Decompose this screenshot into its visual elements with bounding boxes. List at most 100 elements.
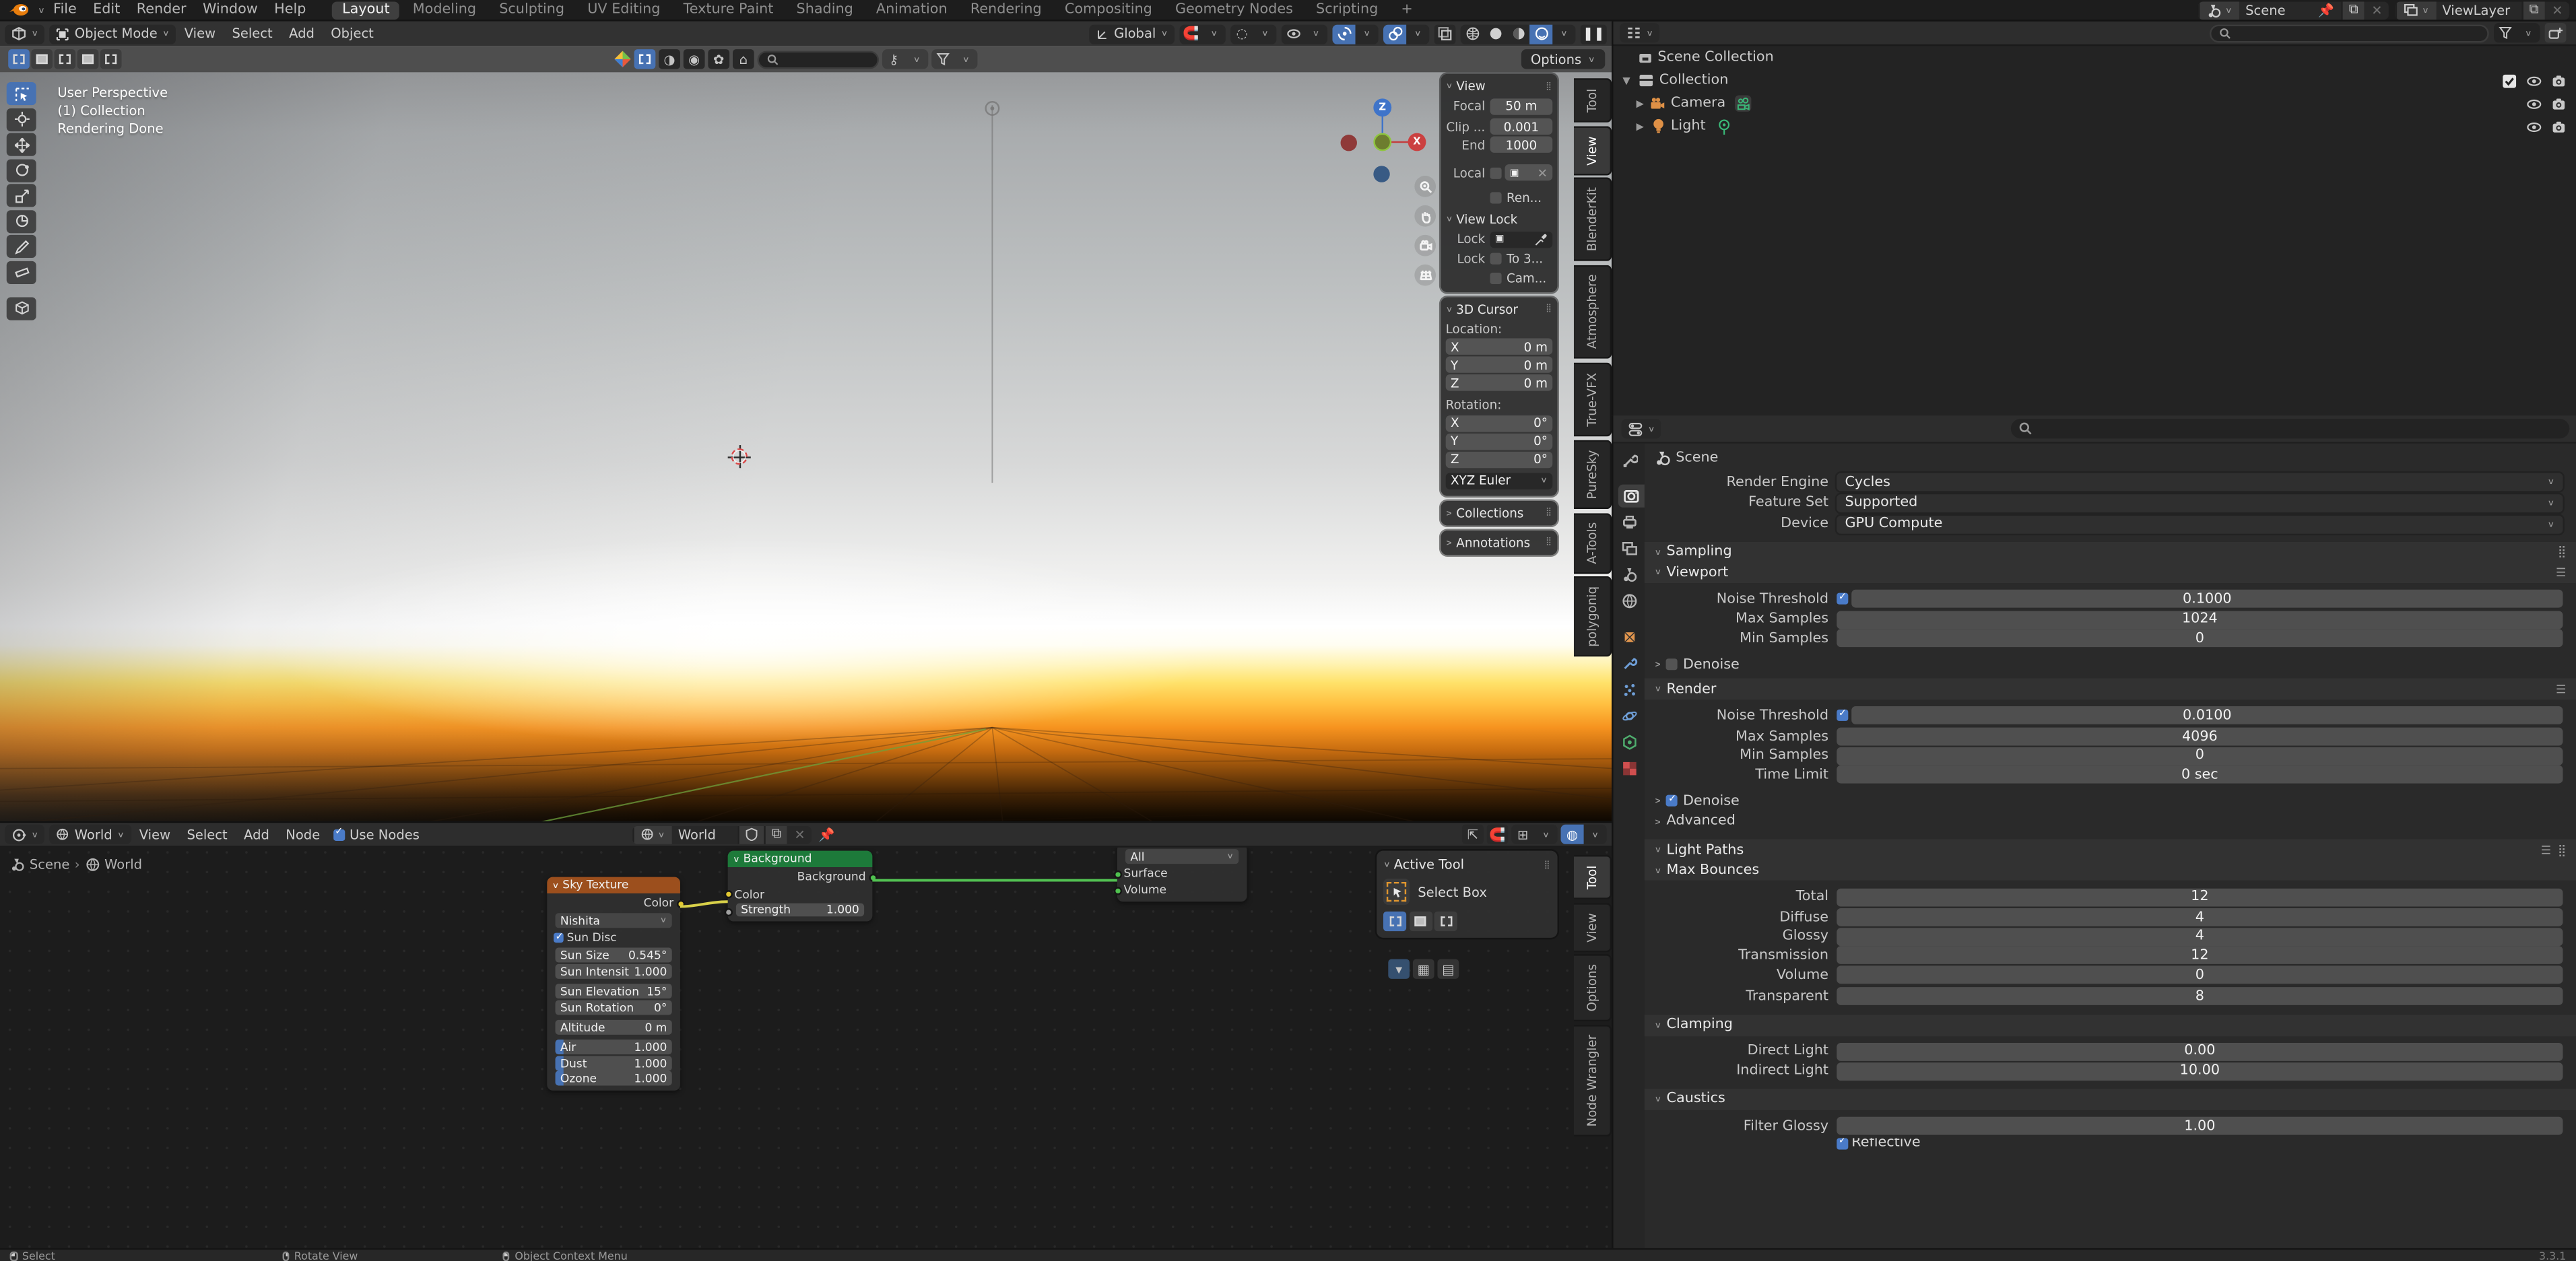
side-tab-tool[interactable]: Tool	[1574, 79, 1612, 123]
cursor-rot-y-field[interactable]: Y0°	[1446, 433, 1553, 449]
viewport-menu-view[interactable]: View	[176, 26, 224, 41]
disable-render-camera-icon[interactable]	[2551, 119, 2566, 134]
sun-size-field[interactable]: Sun Size0.545°	[556, 948, 672, 962]
node-background[interactable]: ∨ Background Background Color Strength1.…	[728, 851, 873, 922]
outliner-row-scene-collection[interactable]: Scene Collection	[1614, 46, 2576, 69]
copy-datablock-button[interactable]: ⧉	[764, 825, 788, 844]
workspace-tab-texture-paint[interactable]: Texture Paint	[673, 1, 783, 19]
render-region-checkbox[interactable]	[1490, 192, 1502, 203]
clamping-header[interactable]: ∨Clamping	[1645, 1015, 2576, 1036]
side-tab-puresky[interactable]: PureSky	[1574, 440, 1612, 508]
expand-arrow-icon[interactable]: ▼	[1620, 75, 1633, 86]
menu-window[interactable]: Window	[195, 0, 266, 20]
view-layer-name-field[interactable]: ViewLayer	[2436, 1, 2521, 19]
world-browse-button[interactable]: ∨	[633, 825, 671, 844]
transmission-bounces-field[interactable]: 12	[1837, 947, 2563, 965]
shader-tab-view[interactable]: View	[1574, 903, 1612, 952]
output-target-dropdown[interactable]: All∨	[1125, 849, 1239, 864]
cursor-loc-x-field[interactable]: X0 m	[1446, 339, 1553, 355]
filter-funnel-icon[interactable]	[931, 49, 954, 69]
sky-node-header[interactable]: ∨ Sky Texture	[547, 877, 680, 893]
tool-rotate-button[interactable]	[7, 158, 36, 181]
new-scene-button[interactable]: ⧉	[2341, 1, 2365, 19]
panel-grip-icon[interactable]: ⣿	[1544, 860, 1551, 870]
local-camera-object-field[interactable]: ▣ ✕	[1505, 164, 1552, 180]
shader-type-dropdown[interactable]: World ∨	[50, 825, 131, 844]
shader-toggle-3[interactable]: ▤	[1437, 959, 1459, 979]
light-paths-header[interactable]: ∨Light Paths ☰⣿	[1645, 840, 2576, 861]
snap-node-dropdown[interactable]: ∨	[1534, 825, 1557, 844]
workspace-tab-rendering[interactable]: Rendering	[960, 1, 1051, 19]
tool-measure-button[interactable]	[7, 261, 36, 283]
side-tab-a-tools[interactable]: A-Tools	[1574, 512, 1612, 573]
select-mode-subtract-button[interactable]	[55, 49, 76, 69]
snap-grid-icon[interactable]: ⊞	[1511, 825, 1534, 844]
shader-tab-tool[interactable]: Tool	[1574, 856, 1612, 899]
tool-annotate-button[interactable]	[7, 235, 36, 258]
show-object-types-icon[interactable]	[1282, 24, 1304, 43]
workspace-tab-layout[interactable]: Layout	[332, 1, 399, 19]
expand-arrow-icon[interactable]: ▶	[1620, 121, 1636, 132]
render-engine-dropdown[interactable]: Cycles∨	[1837, 473, 2563, 491]
shader-tab-node-wrangler[interactable]: Node Wrangler	[1574, 1025, 1612, 1137]
rn-noise-threshold-checkbox[interactable]	[1837, 710, 1848, 722]
proportional-dropdown[interactable]: ∨	[1253, 24, 1276, 43]
shader-editor-type-button[interactable]: ∨	[5, 825, 45, 844]
rotation-mode-dropdown[interactable]: XYZ Euler ∨	[1446, 472, 1553, 488]
ozone-field[interactable]: Ozone1.000	[556, 1071, 672, 1085]
device-dropdown[interactable]: GPU Compute∨	[1837, 515, 2563, 533]
pan-hand-button[interactable]	[1414, 205, 1436, 227]
tab-texture[interactable]	[1614, 757, 1645, 780]
hide-eye-icon[interactable]	[2527, 119, 2542, 134]
tool-mode-subtract-button[interactable]	[1434, 912, 1457, 931]
tab-render[interactable]	[1618, 485, 1645, 508]
asset-toggle-2[interactable]: ◑	[659, 49, 680, 69]
indirect-light-field[interactable]: 10.00	[1837, 1062, 2563, 1080]
diffuse-bounces-field[interactable]: 4	[1837, 909, 2563, 927]
tab-view-layer[interactable]	[1614, 537, 1645, 560]
sun-disc-checkbox[interactable]	[554, 933, 564, 943]
gizmo-dropdown[interactable]: ∨	[1356, 24, 1379, 43]
presets-icon[interactable]: ☰	[2556, 566, 2566, 580]
shader-menu-node[interactable]: Node	[277, 827, 328, 842]
sampling-render-header[interactable]: ∨Render ☰	[1645, 679, 2576, 700]
viewport-menu-object[interactable]: Object	[323, 26, 382, 41]
ortho-grid-button[interactable]	[1414, 265, 1436, 286]
presets-icon[interactable]: ☰	[2556, 683, 2566, 696]
sampling-header[interactable]: ∨Sampling ⣿	[1645, 541, 2576, 563]
socket-surface-in[interactable]	[1113, 870, 1121, 878]
expand-icon[interactable]: ∨	[1445, 509, 1454, 516]
workspace-tab-compositing[interactable]: Compositing	[1055, 1, 1162, 19]
tab-physics[interactable]	[1614, 705, 1645, 728]
tool-select-box-button[interactable]	[7, 82, 36, 105]
workspace-tab-uv-editing[interactable]: UV Editing	[578, 1, 670, 19]
feature-set-dropdown[interactable]: Supported∨	[1837, 494, 2563, 512]
viewport-3d[interactable]: ∨ Object Mode ∨ View Select Add Object G…	[0, 22, 1612, 821]
viewport-menu-select[interactable]: Select	[224, 26, 281, 41]
shader-toggle-2[interactable]: ▦	[1413, 959, 1434, 979]
outliner-search-input[interactable]	[2210, 24, 2489, 42]
menu-render[interactable]: Render	[129, 0, 195, 20]
tab-tool[interactable]	[1614, 448, 1645, 471]
time-limit-field[interactable]: 0 sec	[1837, 765, 2563, 784]
sun-rotation-field[interactable]: Sun Rotation0°	[556, 1000, 672, 1015]
asset-search-input[interactable]	[758, 50, 880, 68]
socket-volume-in[interactable]	[1113, 887, 1121, 895]
lock-camera-checkbox[interactable]	[1490, 272, 1502, 283]
socket-strength-in[interactable]	[724, 908, 732, 916]
view-layer-browse-button[interactable]: ∨	[2396, 1, 2436, 19]
local-camera-checkbox[interactable]	[1490, 167, 1502, 178]
editor-type-button[interactable]: ∨	[5, 24, 45, 43]
side-tab-atmosphere[interactable]: Atmosphere	[1574, 265, 1612, 360]
unlink-datablock-button[interactable]: ✕	[788, 825, 812, 844]
proportional-edit-icon[interactable]: ◌	[1230, 24, 1253, 43]
asset-toggle-4[interactable]: ✿	[708, 49, 729, 69]
shading-solid-icon[interactable]	[1484, 24, 1507, 43]
direct-light-field[interactable]: 0.00	[1837, 1043, 2563, 1061]
keying-dropdown[interactable]: ∨	[905, 49, 928, 69]
cursor-rot-x-field[interactable]: X0°	[1446, 415, 1553, 431]
cursor-loc-y-field[interactable]: Y0 m	[1446, 356, 1553, 372]
side-tab-true-vfx[interactable]: True-VFX	[1574, 363, 1612, 436]
tab-world[interactable]	[1614, 590, 1645, 613]
gizmo-axis-x[interactable]: X	[1408, 133, 1426, 151]
